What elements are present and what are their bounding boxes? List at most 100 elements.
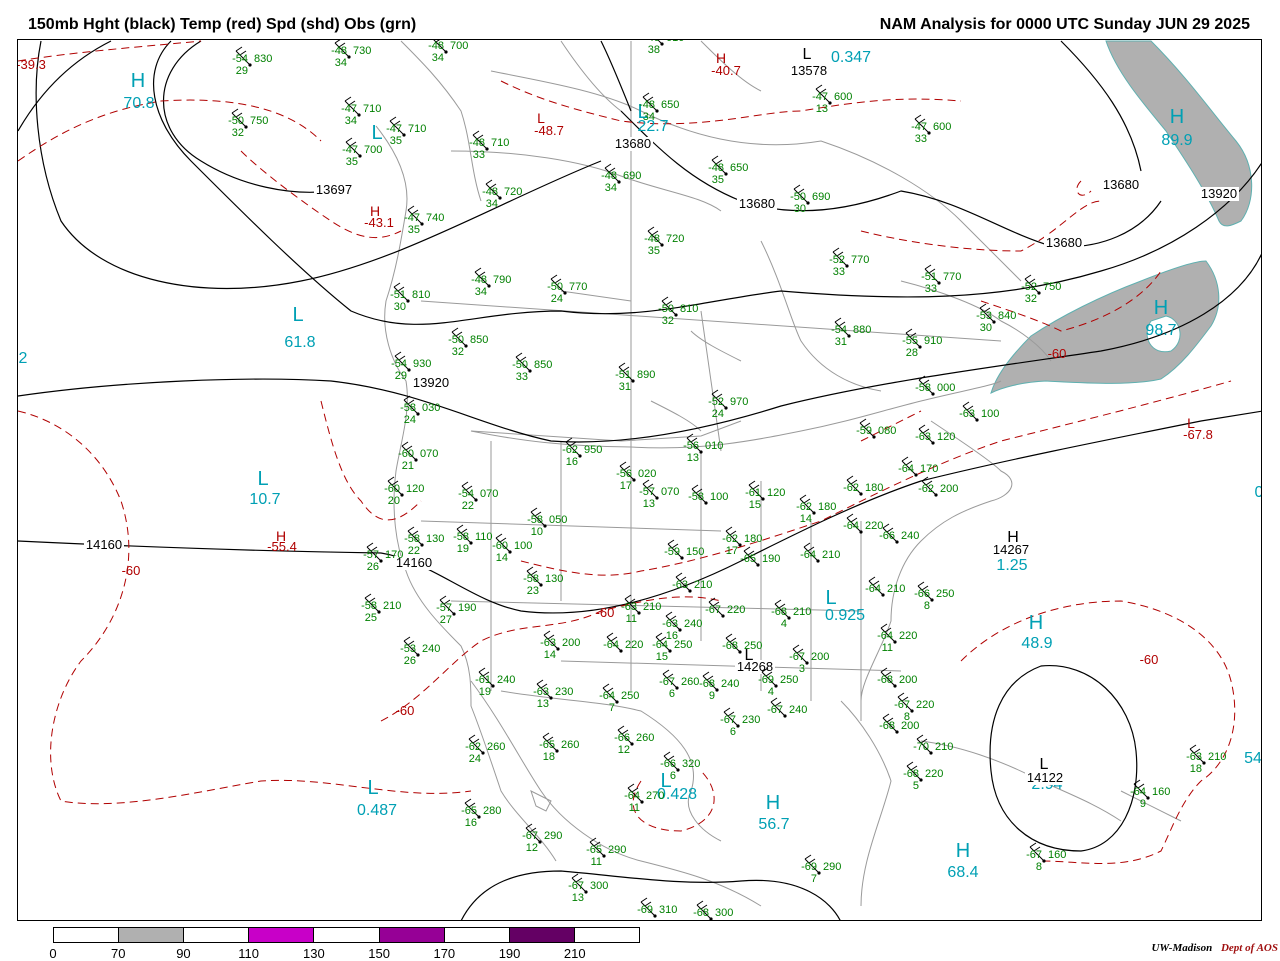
station-obs: -52 770 33 xyxy=(829,247,869,278)
station-obs: -52 750 32 xyxy=(1021,274,1061,305)
station-height: 100 xyxy=(514,540,532,552)
station-height: 260 xyxy=(636,732,654,744)
station-height: 300 xyxy=(590,880,608,892)
station-temperature: -52 xyxy=(829,254,845,266)
station-height: 210 xyxy=(694,579,712,591)
station-dewpoint-depression: 10 xyxy=(531,526,543,538)
station-dewpoint-depression: 30 xyxy=(794,203,806,215)
station-obs: -57 190 27 xyxy=(436,595,476,626)
station-obs: -60 120 20 xyxy=(384,476,424,507)
station-dewpoint-depression: 14 xyxy=(496,552,508,564)
station-obs: -64 220 xyxy=(843,513,883,534)
station-height: 240 xyxy=(789,704,807,716)
station-obs: -51 770 33 xyxy=(921,264,961,295)
high-marker: H xyxy=(1029,612,1043,634)
station-dewpoint-depression: 9 xyxy=(709,690,715,702)
station-dewpoint-depression: 4 xyxy=(768,686,774,698)
station-obs: -54 830 29 xyxy=(232,46,272,77)
station-temperature: -60 xyxy=(398,448,414,460)
station-temperature: -47 xyxy=(404,212,420,224)
station-height: 130 xyxy=(545,573,563,585)
station-height: 830 xyxy=(254,53,272,65)
station-obs: -51 890 31 xyxy=(615,362,655,393)
station-obs: -51 810 30 xyxy=(390,282,430,313)
speed-value-label: 68.4 xyxy=(947,864,978,881)
low-marker: L xyxy=(292,304,303,326)
station-dewpoint-depression: 28 xyxy=(906,347,918,359)
station-temperature: -63 xyxy=(621,601,637,613)
station-temperature: -58 xyxy=(453,531,469,543)
station-dewpoint-depression: 34 xyxy=(486,198,498,210)
station-dewpoint-depression: 33 xyxy=(915,133,927,145)
station-obs: -48 650 35 xyxy=(708,155,748,186)
station-height: 650 xyxy=(661,99,679,111)
station-height: 290 xyxy=(544,830,562,842)
station-temperature: -66 xyxy=(879,530,895,542)
station-dewpoint-depression: 11 xyxy=(626,613,637,625)
station-dewpoint-depression: 32 xyxy=(1025,293,1037,305)
station-dewpoint-depression: 6 xyxy=(670,770,676,782)
station-height: 310 xyxy=(659,904,677,916)
station-dewpoint-depression: 25 xyxy=(365,612,377,624)
credit-org: UW-Madison xyxy=(1151,942,1213,954)
station-dewpoint-depression: 7 xyxy=(609,702,615,714)
station-dewpoint-depression: 29 xyxy=(395,370,407,382)
map-title: 150mb Hght (black) Temp (red) Spd (shd) … xyxy=(28,16,417,33)
station-height: 070 xyxy=(661,486,679,498)
station-dewpoint-depression: 14 xyxy=(544,649,556,661)
station-dewpoint-depression: 34 xyxy=(432,52,444,64)
wind-speed-legend-bar xyxy=(53,927,640,943)
station-temperature: -70 xyxy=(913,741,929,753)
station-temperature: -69 xyxy=(637,904,653,916)
station-temperature: -69 xyxy=(758,674,774,686)
station-temperature: -64 xyxy=(624,790,640,802)
station-obs: -54 880 31 xyxy=(831,317,871,348)
speed-value-label: 1.25 xyxy=(996,557,1027,574)
station-obs: -66 260 12 xyxy=(614,725,654,756)
legend-tick-label: 130 xyxy=(303,946,325,961)
station-height: 250 xyxy=(621,690,639,702)
station-height: 750 xyxy=(250,115,268,127)
station-dewpoint-depression: 24 xyxy=(469,753,481,765)
station-temperature: -62 xyxy=(843,482,859,494)
station-dewpoint-depression: 13 xyxy=(537,698,549,710)
station-height: 650 xyxy=(730,162,748,174)
station-height: 930 xyxy=(413,358,431,370)
station-height: 700 xyxy=(450,40,468,52)
station-dewpoint-depression: 8 xyxy=(924,600,930,612)
station-obs: -58 130 22 xyxy=(404,526,444,557)
station-obs: -48 690 34 xyxy=(601,163,641,194)
station-obs: -60 070 21 xyxy=(398,441,438,472)
station-dewpoint-depression: 30 xyxy=(980,322,992,334)
station-height: 100 xyxy=(710,491,728,503)
station-obs: -67 290 12 xyxy=(522,823,562,854)
station-obs: -58 210 25 xyxy=(361,593,401,624)
station-height: 250 xyxy=(744,640,762,652)
station-temperature: -51 xyxy=(921,271,937,283)
speed-value-label: 56.7 xyxy=(758,816,789,833)
station-temperature: -64 xyxy=(599,690,615,702)
station-height: 750 xyxy=(1043,281,1061,293)
station-temperature: -48 xyxy=(471,274,487,286)
station-obs: -58 000 xyxy=(915,375,955,396)
station-temperature: -67 xyxy=(705,604,721,616)
station-height: 020 xyxy=(638,468,656,480)
station-height: 880 xyxy=(853,324,871,336)
station-dewpoint-depression: 3 xyxy=(799,663,805,675)
station-obs: -64 220 xyxy=(603,632,643,653)
speed-value-label: 0.347 xyxy=(831,49,871,66)
station-height: 180 xyxy=(744,533,762,545)
station-temperature: -61 xyxy=(745,487,761,499)
high-low-markers: HLLHL L HHHLLLH HLHLLL LHH xyxy=(131,46,1195,862)
station-height: 970 xyxy=(730,396,748,408)
high-marker: H xyxy=(131,70,145,92)
legend-tick-label: 70 xyxy=(110,946,126,961)
station-temperature: -52 xyxy=(708,396,724,408)
station-temperature: -65 xyxy=(586,844,602,856)
station-obs: -63 120 xyxy=(915,424,955,445)
station-obs: -67 300 13 xyxy=(568,873,608,904)
station-temperature: -48 xyxy=(428,40,444,52)
station-obs: -63 230 13 xyxy=(533,679,573,710)
low-marker: L xyxy=(367,777,378,799)
station-temperature: -64 xyxy=(800,549,816,561)
